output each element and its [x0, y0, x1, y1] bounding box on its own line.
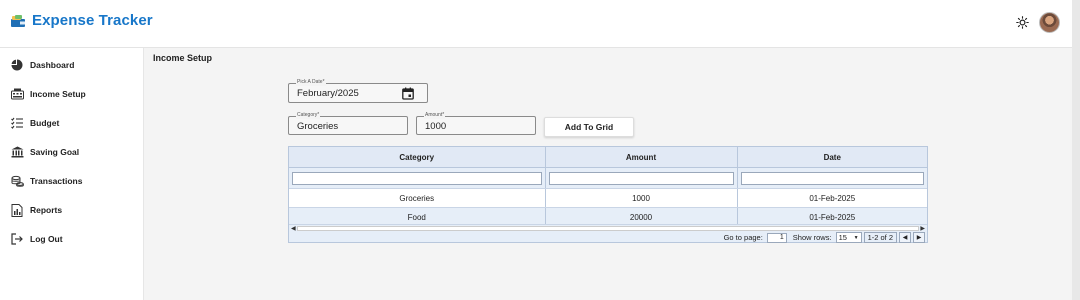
- rows-per-page-select[interactable]: 15 ▼: [835, 232, 862, 243]
- bank-icon: [10, 145, 24, 159]
- sidebar-item-income-setup[interactable]: Income Setup: [10, 87, 86, 101]
- show-rows-label: Show rows:: [792, 233, 832, 242]
- table-row[interactable]: Groceries 1000 01-Feb-2025: [289, 188, 927, 208]
- coins-icon: [10, 174, 24, 188]
- column-header-date[interactable]: Date: [737, 147, 927, 168]
- amount-field[interactable]: Amount* 1000: [416, 112, 536, 135]
- sidebar-item-label: Dashboard: [30, 60, 75, 70]
- wallet-logo-icon: [11, 14, 25, 27]
- page-range-text: 1-2 of 2: [863, 232, 897, 243]
- cell-date: 01-Feb-2025: [737, 188, 927, 208]
- column-header-amount[interactable]: Amount: [545, 147, 738, 168]
- chevron-down-icon: ▼: [853, 234, 859, 241]
- filter-row: [289, 167, 927, 189]
- amount-field-label: Amount*: [424, 112, 446, 119]
- sidebar-item-label: Budget: [30, 118, 60, 128]
- date-filter-input[interactable]: [740, 171, 924, 185]
- sidebar-item-dashboard[interactable]: Dashboard: [10, 58, 74, 72]
- amount-filter-input[interactable]: [548, 171, 734, 185]
- sidebar-item-label: Log Out: [30, 234, 63, 244]
- keyboard-icon: [10, 87, 24, 101]
- page-number-input[interactable]: 1: [766, 232, 787, 243]
- date-field-label: Pick A Date*: [296, 79, 326, 86]
- grid-pager: Go to page: 1 Show rows: 15 ▼ 1-2 of 2 ◀…: [289, 232, 927, 243]
- sidebar-item-label: Saving Goal: [30, 147, 80, 157]
- sidebar-item-label: Income Setup: [30, 89, 86, 99]
- app-logo[interactable]: Expense Tracker: [10, 12, 153, 29]
- sidebar-item-transactions[interactable]: Transactions: [10, 174, 82, 188]
- app-title: Expense Tracker: [32, 12, 153, 29]
- sidebar: Dashboard Income Setup Budget Saving Goa…: [0, 48, 144, 300]
- sidebar-item-label: Reports: [30, 205, 63, 215]
- date-field-value: February/2025: [297, 88, 359, 99]
- app-header: Expense Tracker: [0, 0, 1072, 48]
- scroll-track[interactable]: [297, 226, 919, 231]
- calendar-icon[interactable]: [402, 87, 414, 100]
- sidebar-item-saving-goal[interactable]: Saving Goal: [10, 145, 79, 159]
- cell-category: Groceries: [289, 188, 546, 208]
- sidebar-item-budget[interactable]: Budget: [10, 116, 59, 130]
- category-field-value: Groceries: [297, 121, 339, 132]
- amount-field-value: 1000: [425, 121, 447, 132]
- category-field-label: Category*: [296, 112, 321, 119]
- cell-amount: 1000: [545, 188, 738, 208]
- page-title: Income Setup: [153, 53, 213, 63]
- income-grid: Category Amount Date Groceries 1000 01-F…: [288, 146, 928, 243]
- prev-page-icon[interactable]: ◀: [899, 232, 911, 243]
- next-page-icon[interactable]: ▶: [913, 232, 925, 243]
- user-avatar[interactable]: [1039, 12, 1060, 33]
- checklist-icon: [10, 116, 24, 130]
- sidebar-item-label: Transactions: [30, 176, 83, 186]
- add-to-grid-button[interactable]: Add To Grid: [544, 117, 634, 137]
- sidebar-item-log-out[interactable]: Log Out: [10, 232, 63, 246]
- date-picker-field[interactable]: Pick A Date* February/2025: [288, 79, 428, 103]
- go-to-page-label: Go to page:: [723, 233, 763, 242]
- report-icon: [10, 203, 24, 217]
- vertical-scrollbar[interactable]: [1072, 0, 1080, 300]
- sidebar-item-reports[interactable]: Reports: [10, 203, 62, 217]
- column-header-category[interactable]: Category: [289, 147, 546, 168]
- logout-icon: [10, 232, 24, 246]
- sun-icon[interactable]: [1016, 16, 1029, 29]
- category-filter-input[interactable]: [292, 171, 542, 185]
- main-content: Income Setup Pick A Date* February/2025 …: [144, 48, 1072, 300]
- pie-chart-icon: [10, 58, 24, 72]
- category-field[interactable]: Category* Groceries: [288, 112, 408, 135]
